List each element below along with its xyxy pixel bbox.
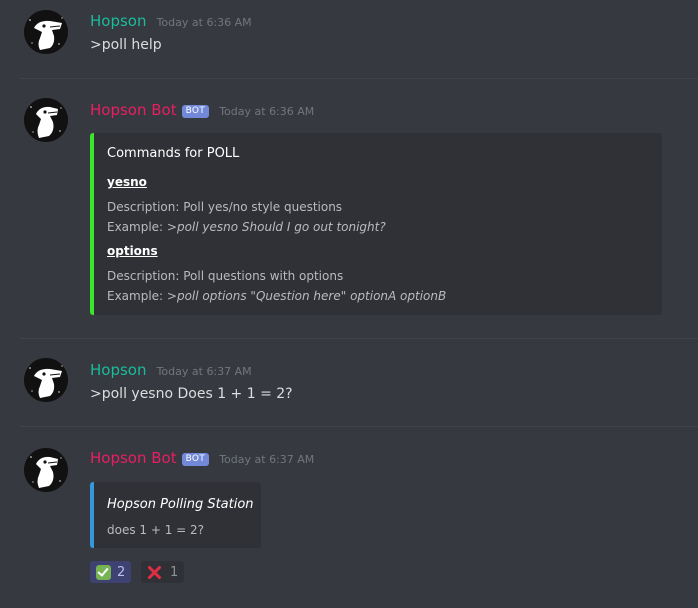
username[interactable]: Hopson [90,12,146,30]
example-text: >poll options "Question here" optionA op… [166,289,447,303]
description-text: Poll questions with options [183,269,344,283]
reaction-count: 1 [170,564,179,580]
field-example: Example: >poll options "Question here" o… [107,289,446,303]
bot-tag: BOT [181,453,210,466]
avatar[interactable] [24,448,68,492]
description-text: Poll yes/no style questions [183,200,343,214]
white-check-mark-icon [96,564,111,580]
avatar[interactable] [24,10,68,54]
field-example: Example: >poll yesno Should I go out ton… [107,220,386,234]
message-group: Hopson Bot BOT Today at 6:37 AM Hopson Po… [0,426,698,608]
field-description: Description: Poll questions with options [107,269,343,283]
example-label: Example: [107,289,167,303]
timestamp: Today at 6:37 AM [219,453,315,466]
bot-tag: BOT [181,105,210,118]
dino-avatar-icon [24,448,68,492]
timestamp: Today at 6:37 AM [156,365,252,378]
cross-mark-icon [147,565,162,580]
message-text: >poll help [90,37,162,53]
example-text: >poll yesno Should I go out tonight? [166,220,386,234]
dino-avatar-icon [24,98,68,142]
timestamp: Today at 6:36 AM [156,16,252,29]
embed-body: does 1 + 1 = 2? [107,523,205,537]
example-label: Example: [107,220,167,234]
timestamp: Today at 6:36 AM [219,105,315,118]
embed-title: Hopson Polling Station [107,497,254,512]
message-text: >poll yesno Does 1 + 1 = 2? [90,386,293,402]
message-group: Hopson Today at 6:36 AM >poll help [0,0,698,78]
reaction-check[interactable]: 2 [90,561,132,583]
dino-avatar-icon [24,358,68,402]
description-label: Description: [107,269,184,283]
reaction-count: 2 [117,564,126,580]
username[interactable]: Hopson Bot [90,449,177,467]
username[interactable]: Hopson [90,361,146,379]
field-name-yesno: yesno [107,175,147,189]
reaction-cross[interactable]: 1 [141,561,185,583]
embed-title: Commands for POLL [107,146,240,161]
field-name-options: options [107,244,158,258]
username[interactable]: Hopson Bot [90,101,177,119]
message-group: Hopson Bot BOT Today at 6:36 AM Commands … [0,78,698,338]
description-label: Description: [107,200,184,214]
help-embed: Commands for POLL yesno Description: Pol… [90,133,662,315]
avatar[interactable] [24,98,68,142]
poll-embed: Hopson Polling Station does 1 + 1 = 2? [90,482,261,548]
message-group: Hopson Today at 6:37 AM >poll yesno Does… [0,338,698,426]
field-description: Description: Poll yes/no style questions [107,200,342,214]
chat-messages: Hopson Today at 6:36 AM >poll help Hopso… [0,0,698,608]
avatar[interactable] [24,358,68,402]
dino-avatar-icon [24,10,68,54]
